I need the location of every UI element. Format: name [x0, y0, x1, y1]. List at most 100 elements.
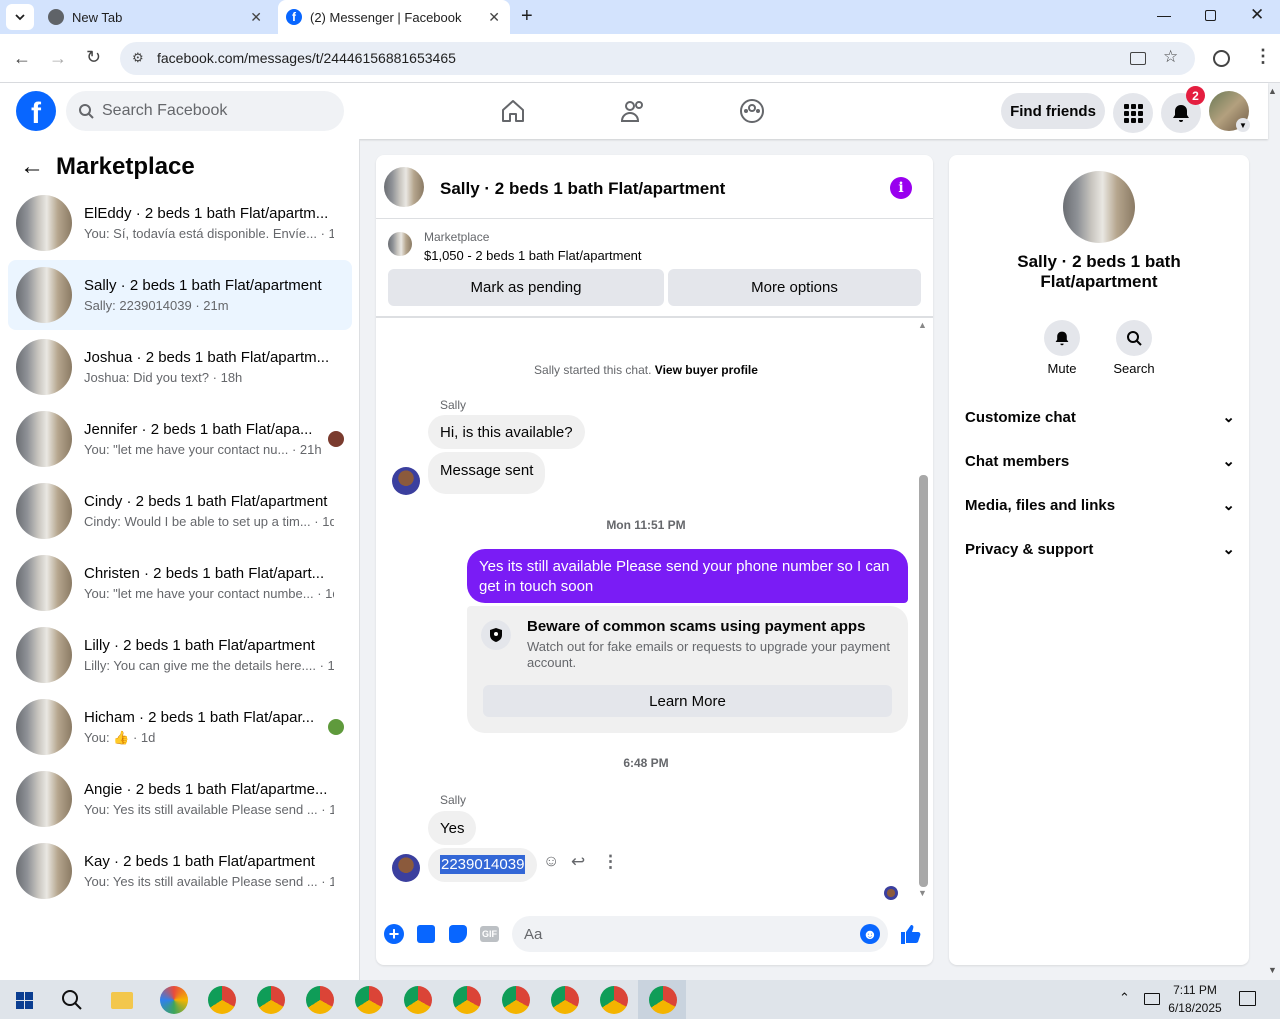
scam-warning-card: Beware of common scams using payment app…	[467, 606, 908, 733]
chat-listing-avatar[interactable]	[384, 167, 424, 207]
chrome-profile-icon[interactable]	[404, 986, 432, 1014]
browser-menu-icon[interactable]: ⋮	[1254, 46, 1272, 67]
windows-start-icon[interactable]	[16, 992, 33, 1009]
close-tab-icon[interactable]: ✕	[488, 9, 500, 26]
chrome-profile-icon[interactable]	[355, 986, 383, 1014]
conversation-item[interactable]: Kay · 2 beds 1 bath Flat/apartment You: …	[8, 836, 352, 906]
divider	[376, 316, 933, 318]
chrome-profile-icon[interactable]	[306, 986, 334, 1014]
mute-button[interactable]	[1044, 320, 1080, 356]
facebook-logo-icon[interactable]: f	[16, 91, 56, 131]
conversation-item[interactable]: Angie · 2 beds 1 bath Flat/apartme... Yo…	[8, 764, 352, 834]
mark-as-pending-button[interactable]: Mark as pending	[388, 269, 664, 306]
chrome-profile-icon[interactable]	[551, 986, 579, 1014]
conversation-preview: Cindy: Would I be able to set up a tim..…	[84, 514, 311, 529]
info-icon[interactable]: i	[890, 177, 912, 199]
incoming-message[interactable]: Hi, is this available?	[428, 415, 585, 449]
seen-avatar	[328, 431, 344, 447]
close-window-icon[interactable]: ✕	[1250, 5, 1264, 25]
back-arrow-icon[interactable]: ←	[20, 153, 44, 181]
friends-icon[interactable]	[620, 99, 646, 123]
add-attachment-icon[interactable]: +	[384, 924, 404, 944]
incoming-message[interactable]: Yes	[428, 811, 477, 845]
chat-scrollbar-thumb[interactable]	[919, 475, 928, 887]
file-explorer-icon[interactable]	[111, 992, 133, 1009]
tab-messenger[interactable]: f (2) Messenger | Facebook ✕	[278, 0, 510, 34]
network-icon[interactable]	[1144, 993, 1160, 1005]
menu-grid-button[interactable]	[1113, 93, 1153, 133]
clock-time[interactable]: 7:11 PM	[1160, 983, 1230, 997]
privacy-support-section[interactable]: Privacy & support ⌄	[965, 540, 1235, 559]
listing-thumbnail[interactable]	[388, 232, 412, 256]
reply-icon[interactable]: ↩	[571, 852, 585, 872]
gif-icon[interactable]: GIF	[480, 926, 499, 942]
photo-icon[interactable]	[417, 925, 435, 943]
page-scroll-up-icon[interactable]: ▲	[1268, 86, 1277, 96]
chat-header: Sally · 2 beds 1 bath Flat/apartment i	[376, 155, 933, 219]
chrome-profile-icon[interactable]	[600, 986, 628, 1014]
conversation-item[interactable]: Joshua · 2 beds 1 bath Flat/apartm... Jo…	[8, 332, 352, 402]
chat-scroll-down-icon[interactable]: ▼	[918, 888, 927, 898]
account-chevron-icon[interactable]: ▼	[1236, 118, 1250, 132]
conversation-item-selected[interactable]: Sally · 2 beds 1 bath Flat/apartment Sal…	[8, 260, 352, 330]
chat-title[interactable]: Sally · 2 beds 1 bath Flat/apartment	[440, 179, 725, 199]
incoming-message-selected[interactable]: 2239014039	[428, 848, 538, 882]
install-app-icon[interactable]	[1130, 52, 1146, 65]
incoming-message[interactable]: Message sent	[428, 452, 546, 494]
notification-center-icon[interactable]	[1239, 991, 1256, 1006]
chrome-profile-icon-active[interactable]	[649, 986, 677, 1014]
customize-chat-section[interactable]: Customize chat ⌄	[965, 408, 1235, 427]
conversation-item[interactable]: Cindy · 2 beds 1 bath Flat/apartment Cin…	[8, 476, 352, 546]
emoji-icon[interactable]: ☻	[860, 924, 880, 944]
new-tab-plus-icon[interactable]: +	[521, 5, 533, 28]
details-avatar[interactable]	[1063, 171, 1135, 243]
more-options-button[interactable]: More options	[668, 269, 921, 306]
groups-icon[interactable]	[739, 98, 765, 124]
facebook-header: f Search Facebook Find friends 2 ▼	[0, 83, 1268, 139]
conversation-item[interactable]: Hicham · 2 beds 1 bath Flat/apar... You:…	[8, 692, 352, 762]
conversation-item[interactable]: Jennifer · 2 beds 1 bath Flat/apa... You…	[8, 404, 352, 474]
clock-date[interactable]: 6/18/2025	[1160, 1001, 1230, 1015]
listing-price[interactable]: $1,050 - 2 beds 1 bath Flat/apartment	[424, 248, 642, 263]
more-actions-icon[interactable]: ⋮	[602, 852, 619, 872]
react-emoji-icon[interactable]: ☺	[543, 853, 559, 871]
conversation-item[interactable]: Lilly · 2 beds 1 bath Flat/apartment Lil…	[8, 620, 352, 690]
tab-new-tab[interactable]: New Tab ✕	[40, 0, 272, 34]
minimize-icon[interactable]	[1157, 16, 1171, 17]
chrome-profile-icon[interactable]	[208, 986, 236, 1014]
chrome-profile-icon[interactable]	[453, 986, 481, 1014]
chat-members-section[interactable]: Chat members ⌄	[965, 452, 1235, 471]
close-tab-icon[interactable]: ✕	[250, 9, 262, 26]
chrome-profile-icon[interactable]	[257, 986, 285, 1014]
chrome-profile-icon[interactable]	[502, 986, 530, 1014]
conversation-item[interactable]: ElEddy · 2 beds 1 bath Flat/apartm... Yo…	[8, 188, 352, 258]
tab-search-chevron-icon[interactable]	[6, 4, 34, 30]
home-icon[interactable]	[500, 99, 526, 123]
profile-icon[interactable]	[1213, 50, 1230, 67]
learn-more-button[interactable]: Learn More	[483, 685, 892, 717]
outgoing-message[interactable]: Yes its still available Please send your…	[467, 549, 908, 603]
app-icon[interactable]	[160, 986, 188, 1014]
forward-arrow-icon[interactable]: →	[49, 48, 67, 69]
tray-chevron-up-icon[interactable]: ⌃	[1119, 990, 1130, 1006]
reload-icon[interactable]: ↻	[86, 47, 101, 68]
chat-scroll-up-icon[interactable]: ▲	[918, 320, 927, 330]
like-thumbs-up-icon[interactable]	[899, 923, 921, 945]
conversation-item[interactable]: Christen · 2 beds 1 bath Flat/apart... Y…	[8, 548, 352, 618]
page-scroll-down-icon[interactable]: ▼	[1268, 965, 1277, 975]
back-arrow-icon[interactable]: ←	[13, 48, 31, 69]
taskbar-search-icon[interactable]	[61, 989, 83, 1011]
sticker-icon[interactable]	[449, 925, 467, 943]
scam-warning-title: Beware of common scams using payment app…	[527, 618, 866, 635]
search-conversation-button[interactable]	[1116, 320, 1152, 356]
view-buyer-profile-link[interactable]: View buyer profile	[655, 363, 758, 377]
find-friends-button[interactable]: Find friends	[1001, 93, 1105, 129]
site-info-icon[interactable]: ⚙	[132, 50, 144, 66]
sender-name: Sally	[440, 793, 467, 807]
bookmark-star-icon[interactable]: ☆	[1163, 47, 1178, 67]
restore-icon[interactable]	[1205, 10, 1216, 21]
facebook-search-input[interactable]: Search Facebook	[66, 91, 344, 131]
url-field[interactable]: ⚙ facebook.com/messages/t/24446156881653…	[120, 42, 1195, 75]
message-input[interactable]: Aa ☻	[512, 916, 888, 952]
media-files-links-section[interactable]: Media, files and links ⌄	[965, 496, 1235, 515]
